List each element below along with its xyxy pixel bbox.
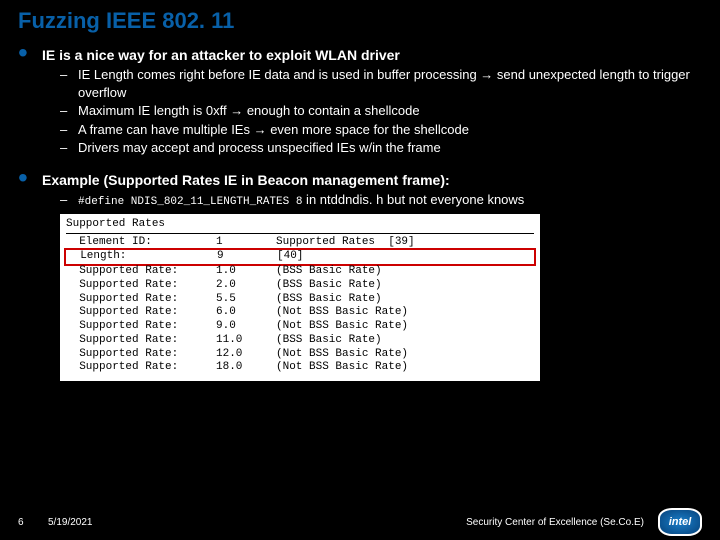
footer: 6 5/19/2021 Security Center of Excellenc…: [0, 504, 720, 540]
bullet-icon: •: [18, 46, 42, 64]
sub-item: – #define NDIS_802_11_LENGTH_RATES 8 in …: [60, 191, 702, 210]
bullet-2: • Example (Supported Rates IE in Beacon …: [18, 171, 702, 189]
bullet-1-text: IE is a nice way for an attacker to expl…: [42, 46, 400, 64]
footer-org: Security Center of Excellence (Se.Co.E): [466, 517, 644, 528]
intel-logo: intel: [658, 508, 702, 536]
slide-title: Fuzzing IEEE 802. 11: [0, 0, 720, 40]
table-row: Supported Rate: 18.0 (Not BSS Basic Rate…: [66, 361, 534, 375]
table-row: Supported Rate: 6.0 (Not BSS Basic Rate): [66, 306, 534, 320]
code-define: #define NDIS_802_11_LENGTH_RATES 8: [78, 196, 302, 208]
table-row: Supported Rate: 11.0 (BSS Basic Rate): [66, 334, 534, 348]
table-row: Supported Rate: 2.0 (BSS Basic Rate): [66, 279, 534, 293]
bullet-icon: •: [18, 171, 42, 189]
table-row-highlighted: Length: 9 [40]: [64, 248, 536, 266]
table-row: Supported Rate: 1.0 (BSS Basic Rate): [66, 265, 534, 279]
sub-rest: in ntddndis. h but not everyone knows: [302, 192, 524, 207]
sub-item: –A frame can have multiple IEs → even mo…: [60, 121, 702, 139]
page-number: 6: [18, 517, 48, 528]
bullet-1-sublist: –IE Length comes right before IE data an…: [60, 66, 702, 157]
sub-item: –Maximum IE length is 0xff → enough to c…: [60, 102, 702, 120]
footer-date: 5/19/2021: [48, 517, 93, 528]
table-row: Supported Rate: 5.5 (BSS Basic Rate): [66, 293, 534, 307]
sub-item: –Drivers may accept and process unspecif…: [60, 139, 702, 157]
rates-table: Supported Rates Element ID: 1 Supported …: [60, 214, 540, 381]
table-row: Supported Rate: 9.0 (Not BSS Basic Rate): [66, 320, 534, 334]
table-row: Element ID: 1 Supported Rates [39]: [66, 236, 534, 250]
table-row: Supported Rate: 12.0 (Not BSS Basic Rate…: [66, 348, 534, 362]
slide-content: • IE is a nice way for an attacker to ex…: [0, 46, 720, 381]
sub-item: –IE Length comes right before IE data an…: [60, 66, 702, 101]
bullet-2-sublist: – #define NDIS_802_11_LENGTH_RATES 8 in …: [60, 191, 702, 210]
bullet-1: • IE is a nice way for an attacker to ex…: [18, 46, 702, 64]
table-header: Supported Rates: [66, 218, 534, 234]
bullet-2-text: Example (Supported Rates IE in Beacon ma…: [42, 171, 450, 189]
